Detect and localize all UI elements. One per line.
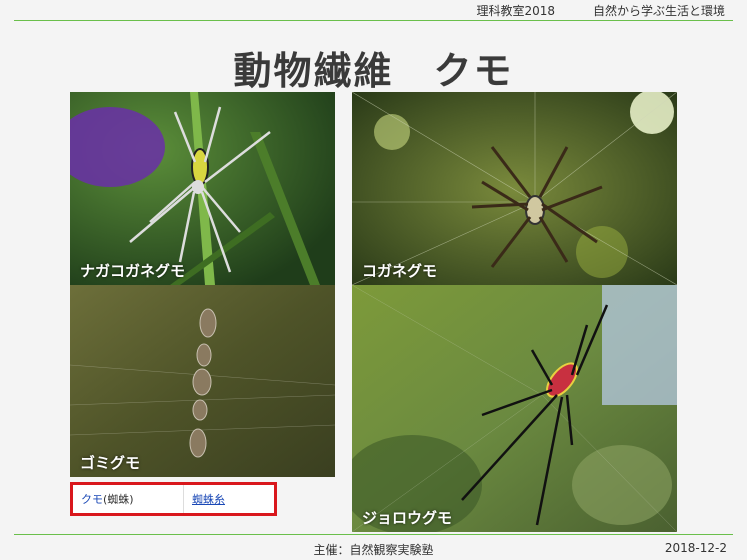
header-subject: 理科教室2018 xyxy=(476,4,555,18)
photo-caption: ゴミグモ xyxy=(80,454,141,472)
header-course: 自然から学ぶ生活と環境 xyxy=(592,4,725,18)
spider-photo-image xyxy=(70,285,335,477)
photo-caption: ナガコガネグモ xyxy=(80,262,186,280)
photo-caption: ジョロウグモ xyxy=(362,509,453,527)
header-bar: 理科教室2018 自然から学ぶ生活と環境 xyxy=(476,2,725,19)
photo-gomi: ゴミグモ xyxy=(70,285,335,477)
spider-photo-image xyxy=(352,285,677,532)
spider-photo-image xyxy=(352,92,677,285)
photo-caption: コガネグモ xyxy=(362,262,438,280)
spider-photo-image xyxy=(70,92,335,285)
highlighted-link-row: クモ (蜘蛛) 蜘蛛糸 xyxy=(70,482,277,516)
photo-jorou: ジョロウグモ xyxy=(352,285,677,532)
slide-title: 動物繊維 クモ xyxy=(233,49,514,93)
footer-organizer: 主催：自然観察実験塾 xyxy=(313,543,434,557)
bottom-divider xyxy=(14,534,733,535)
spider-link-cell: クモ (蜘蛛) xyxy=(73,485,184,513)
silk-link-cell: 蜘蛛糸 xyxy=(184,491,225,507)
top-divider xyxy=(14,20,733,21)
photo-kogane: コガネグモ xyxy=(352,92,677,285)
spider-kanji: (蜘蛛) xyxy=(103,493,134,506)
spider-silk-link[interactable]: 蜘蛛糸 xyxy=(192,493,225,506)
spider-link[interactable]: クモ xyxy=(81,491,103,507)
footer-date: 2018-12-2 xyxy=(664,541,727,555)
photo-nagakogane: ナガコガネグモ xyxy=(70,92,335,285)
